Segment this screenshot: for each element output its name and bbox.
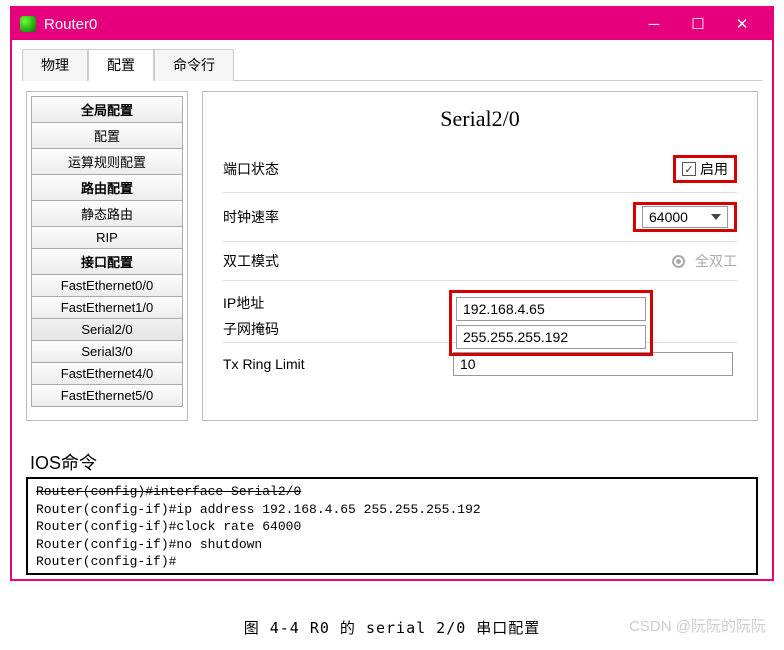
content-area: 全局配置 配置 运算规则配置 路由配置 静态路由 RIP 接口配置 FastEt…: [14, 81, 770, 431]
sidebar-item-config[interactable]: 配置: [31, 122, 183, 149]
ip-label: IP地址: [223, 293, 363, 313]
sidebar[interactable]: 全局配置 配置 运算规则配置 路由配置 静态路由 RIP 接口配置 FastEt…: [26, 91, 188, 421]
duplex-label: 双工模式: [223, 251, 363, 271]
ios-label: IOS命令: [26, 449, 758, 477]
watermark: CSDN @阮阮的阮阮: [629, 615, 766, 636]
tab-cli[interactable]: 命令行: [154, 49, 234, 81]
sidebar-item-fe10[interactable]: FastEthernet1/0: [31, 296, 183, 319]
chevron-down-icon: [711, 214, 721, 220]
sidebar-header-interface[interactable]: 接口配置: [31, 248, 183, 275]
sidebar-item-fe50[interactable]: FastEthernet5/0: [31, 384, 183, 407]
clock-value: 64000: [649, 209, 688, 225]
panel-title: Serial2/0: [223, 106, 737, 132]
row-duplex: 双工模式 全双工: [223, 242, 737, 281]
maximize-button[interactable]: ☐: [676, 8, 720, 40]
tab-physical[interactable]: 物理: [22, 49, 88, 81]
duplex-radio: [672, 255, 685, 268]
sidebar-header-routing[interactable]: 路由配置: [31, 174, 183, 201]
port-state-highlight: ✓ 启用: [673, 155, 737, 183]
row-port-state: 端口状态 ✓ 启用: [223, 146, 737, 193]
ios-section: IOS命令 Router(config)#interface Serial2/0…: [26, 449, 758, 575]
sidebar-item-serial20[interactable]: Serial2/0: [31, 318, 183, 341]
duplex-value: 全双工: [695, 251, 737, 271]
txring-label: Tx Ring Limit: [223, 356, 363, 372]
ip-input[interactable]: 192.168.4.65: [456, 297, 646, 321]
ip-highlight: 192.168.4.65 255.255.255.192: [449, 290, 653, 356]
row-clock: 时钟速率 64000: [223, 193, 737, 242]
app-icon: [20, 16, 36, 32]
sidebar-item-static[interactable]: 静态路由: [31, 200, 183, 227]
titlebar: Router0 ─ ☐ ✕: [12, 8, 772, 40]
tab-bar: 物理 配置 命令行: [22, 48, 762, 81]
clock-label: 时钟速率: [223, 207, 363, 227]
sidebar-item-fe00[interactable]: FastEthernet0/0: [31, 274, 183, 297]
clock-select[interactable]: 64000: [642, 206, 728, 228]
sidebar-item-rip[interactable]: RIP: [31, 226, 183, 249]
window-title: Router0: [44, 16, 97, 33]
config-panel: Serial2/0 端口状态 ✓ 启用 时钟速率: [202, 91, 758, 421]
client-area: 物理 配置 命令行 全局配置 配置 运算规则配置 路由配置 静态路由 RIP 接…: [14, 42, 770, 577]
port-state-label: 端口状态: [223, 159, 363, 179]
sidebar-item-serial30[interactable]: Serial3/0: [31, 340, 183, 363]
mask-input[interactable]: 255.255.255.192: [456, 325, 646, 349]
clock-highlight: 64000: [633, 202, 737, 232]
sidebar-header-global[interactable]: 全局配置: [31, 96, 183, 123]
sidebar-item-algorithm[interactable]: 运算规则配置: [31, 148, 183, 175]
ios-output[interactable]: Router(config)#interface Serial2/0 Route…: [26, 477, 758, 575]
app-window: Router0 ─ ☐ ✕ 物理 配置 命令行 全局配置 配置 运算规则配置 路…: [10, 6, 774, 581]
tab-config[interactable]: 配置: [88, 49, 154, 81]
mask-label: 子网掩码: [223, 319, 363, 339]
port-state-checkbox[interactable]: ✓: [682, 162, 696, 176]
minimize-button[interactable]: ─: [632, 8, 676, 40]
port-state-text: 启用: [700, 159, 728, 179]
close-button[interactable]: ✕: [720, 8, 764, 40]
sidebar-item-fe40[interactable]: FastEthernet4/0: [31, 362, 183, 385]
row-ip: IP地址 子网掩码 192.168.4.65 255.255.255.192 x…: [223, 281, 737, 342]
